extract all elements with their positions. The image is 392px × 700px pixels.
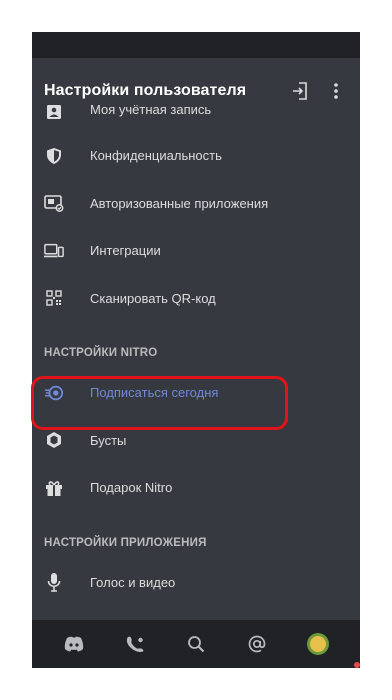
authorized-apps-icon <box>44 193 64 213</box>
settings-item-integrations[interactable]: Интеграции <box>32 227 360 275</box>
settings-item-label: Интеграции <box>90 243 161 259</box>
settings-list: Моя учётная запись Конфиденциальность Ав… <box>32 98 360 620</box>
profile-avatar[interactable] <box>300 626 360 668</box>
search-icon[interactable] <box>178 626 214 662</box>
bottom-navigation <box>32 620 360 668</box>
settings-item-scan-qr[interactable]: Сканировать QR-код <box>32 275 360 323</box>
mentions-icon[interactable] <box>239 626 275 662</box>
settings-item-label: Голос и видео <box>90 574 176 590</box>
status-bar <box>32 32 360 58</box>
settings-item-label: Подписаться сегодня <box>90 385 219 401</box>
settings-item-my-account[interactable]: Моя учётная запись <box>32 98 360 132</box>
account-card-icon <box>44 102 64 122</box>
settings-item-label: Конфиденциальность <box>90 148 222 164</box>
integrations-icon <box>44 241 64 261</box>
settings-item-voice-video[interactable]: Голос и видео <box>32 559 360 607</box>
settings-item-label: Авторизованные приложения <box>90 195 269 211</box>
settings-item-subscribe-today[interactable]: Подписаться сегодня <box>32 369 360 417</box>
friends-icon[interactable] <box>117 626 153 662</box>
settings-item-gift-nitro[interactable]: Подарок Nitro <box>32 464 360 512</box>
settings-item-label: Подарок Nitro <box>90 480 173 496</box>
nitro-icon <box>44 383 64 403</box>
microphone-icon <box>44 572 64 593</box>
discord-home-icon[interactable] <box>56 626 92 662</box>
settings-item-label: Моя учётная запись <box>90 102 212 117</box>
gift-icon <box>44 478 64 498</box>
qr-code-icon <box>44 288 64 308</box>
settings-item-label: Бусты <box>90 432 127 448</box>
shield-icon <box>44 146 64 166</box>
settings-item-boosts[interactable]: Бусты <box>32 417 360 465</box>
discord-mobile-screen: Настройки пользователя Моя учётная запис… <box>32 32 360 668</box>
boost-icon <box>44 430 64 450</box>
avatar <box>306 633 329 655</box>
settings-item-label: Сканировать QR-код <box>90 290 216 306</box>
section-title-app-settings: НАСТРОЙКИ ПРИЛОЖЕНИЯ <box>44 536 207 549</box>
settings-item-authorized-apps[interactable]: Авторизованные приложения <box>32 180 360 228</box>
section-title-nitro: НАСТРОЙКИ NITRO <box>44 347 158 359</box>
status-badge <box>352 660 360 668</box>
settings-item-privacy[interactable]: Конфиденциальность <box>32 132 360 180</box>
